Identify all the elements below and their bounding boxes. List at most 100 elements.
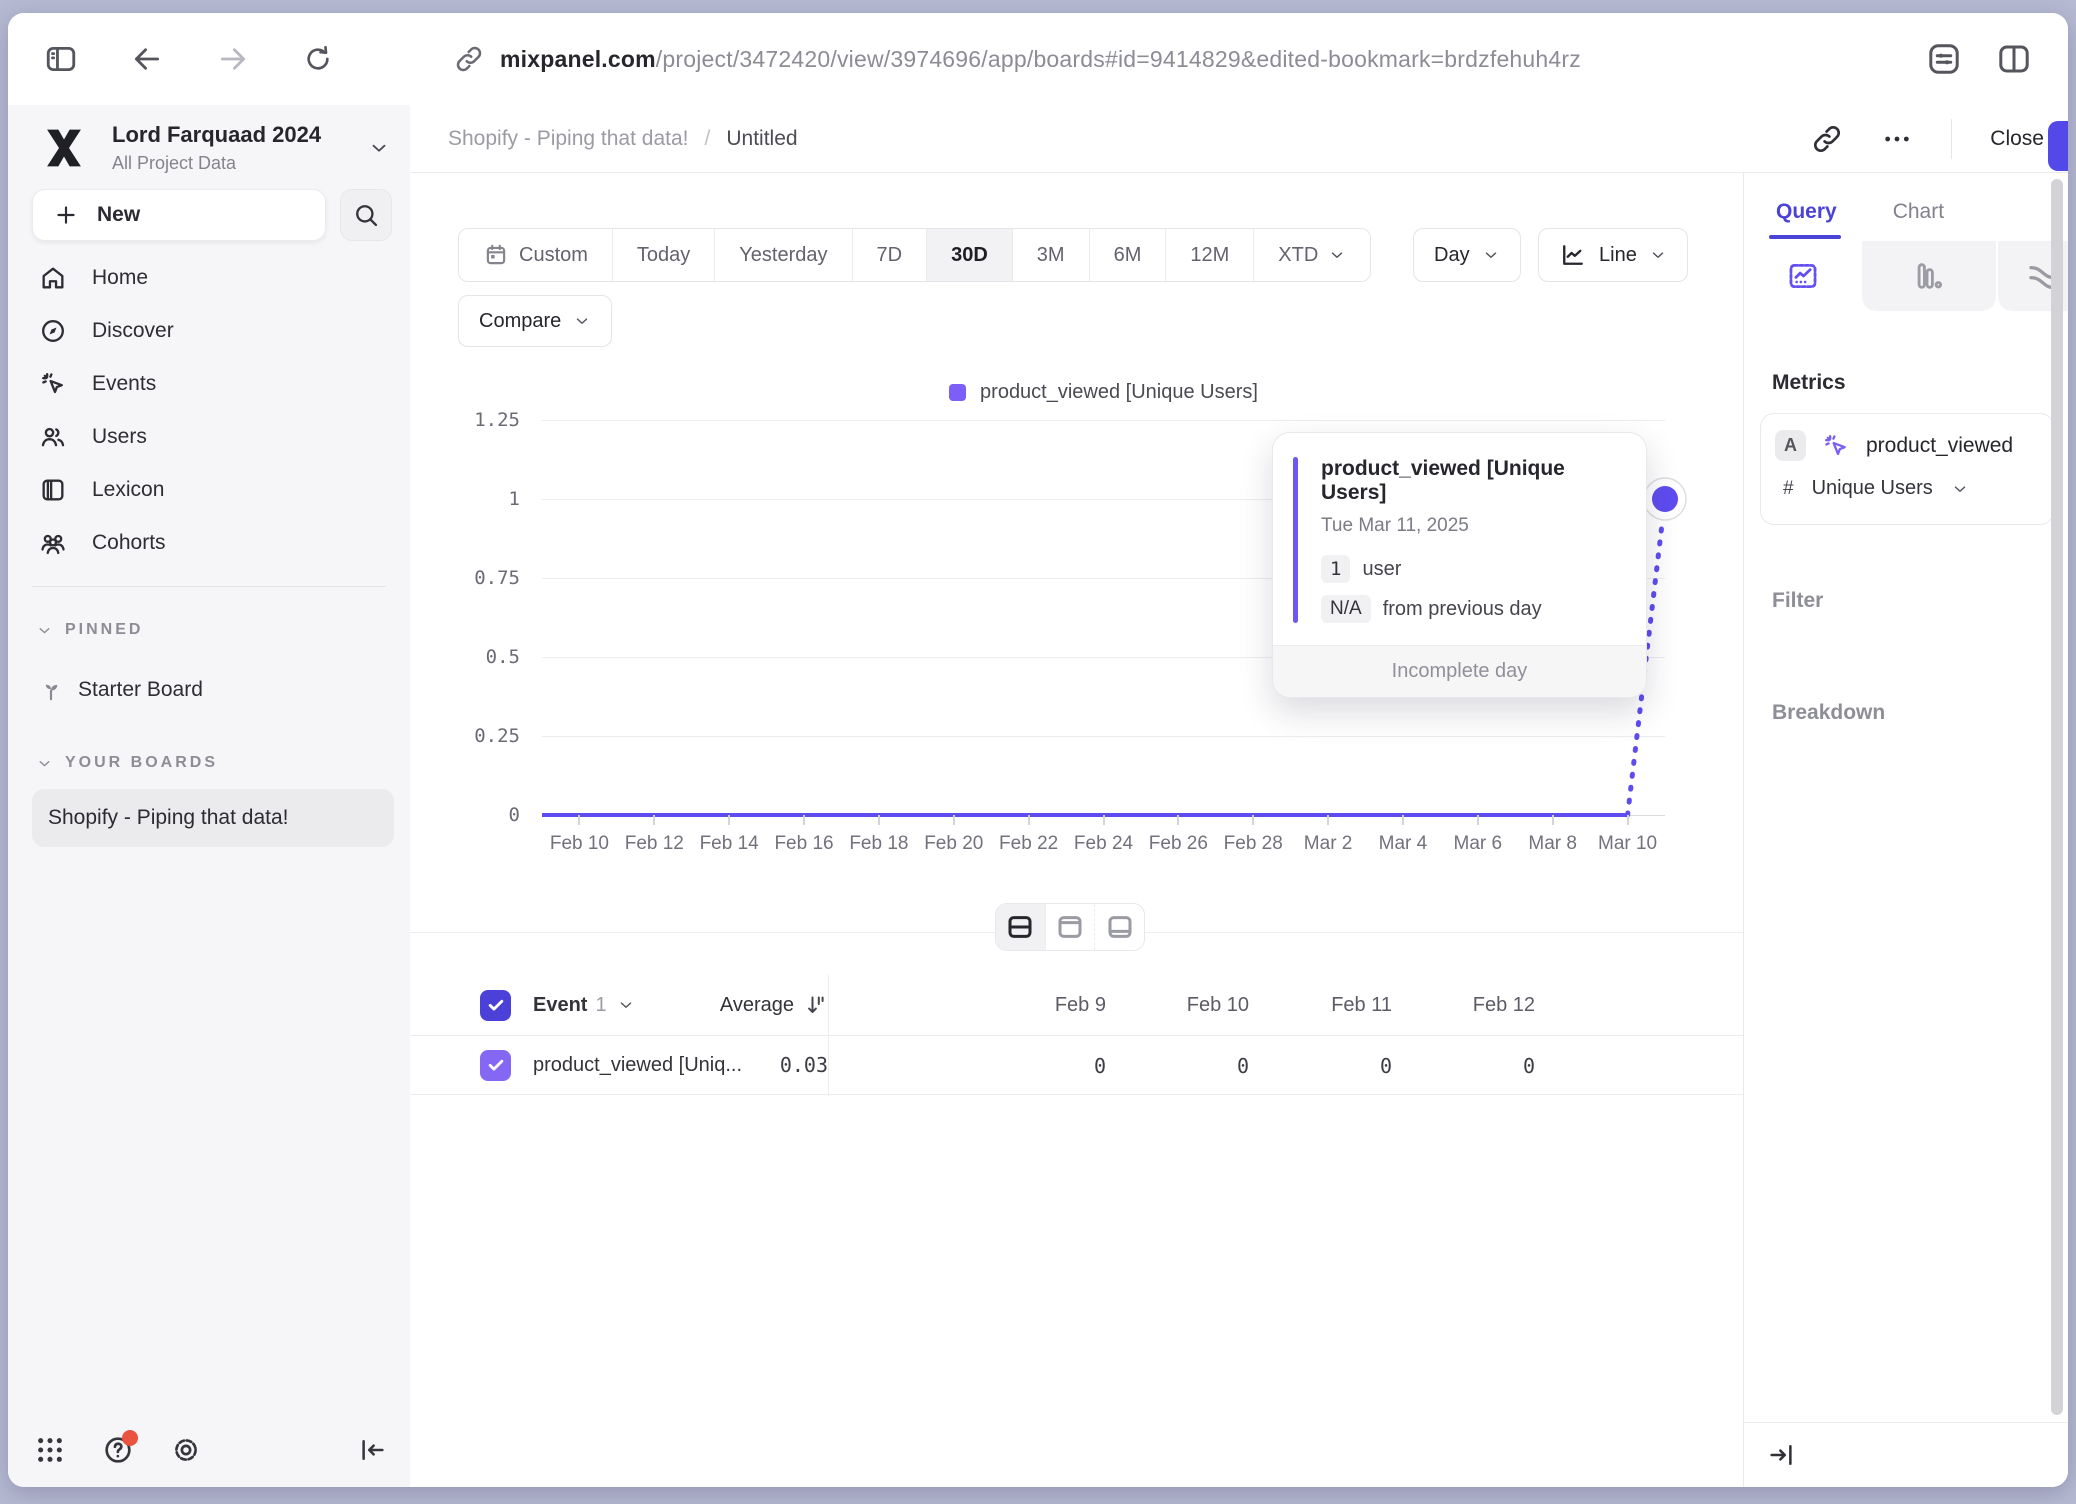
chevron-down-icon — [36, 755, 53, 772]
tooltip-title: product_viewed [Unique Users] — [1321, 457, 1620, 505]
x-tick-mark — [653, 815, 655, 825]
y-tick-label: 1 — [509, 488, 520, 510]
close-button[interactable]: Close — [1990, 127, 2044, 151]
aggregation-label[interactable]: Unique Users — [1812, 477, 1933, 500]
collapse-panel-icon[interactable] — [1766, 1440, 1796, 1470]
mixpanel-logo-icon — [38, 122, 90, 174]
pinned-header-label: PINNED — [65, 621, 143, 639]
chevron-down-icon — [1482, 246, 1500, 264]
browser-split-view-icon[interactable] — [1996, 41, 2032, 77]
x-tick-mark — [1103, 815, 1105, 825]
x-tick-label: Feb 14 — [700, 833, 759, 855]
new-button[interactable]: New — [32, 189, 326, 241]
sort-descending-icon[interactable] — [804, 993, 828, 1017]
sidebar-nav: Home Discover Events Users Lexicon — [8, 251, 410, 569]
range-yesterday[interactable]: Yesterday — [715, 229, 852, 281]
tooltip-footer-note: Incomplete day — [1273, 645, 1646, 697]
range-30d[interactable]: 30D — [927, 229, 1013, 281]
sidebar-item-home[interactable]: Home — [8, 251, 410, 304]
save-button-edge[interactable] — [2048, 121, 2068, 171]
sidebar-board-selected[interactable]: Shopify - Piping that data! — [32, 789, 394, 847]
compare-button[interactable]: Compare — [458, 295, 612, 347]
x-tick-label: Feb 20 — [924, 833, 983, 855]
sidebar-item-users[interactable]: Users — [8, 410, 410, 463]
tooltip-delta-label: from previous day — [1383, 598, 1542, 621]
row-cell-value: 0 — [1116, 1054, 1259, 1078]
sidebar-divider — [32, 586, 386, 587]
sidebar-item-label: Discover — [92, 319, 174, 343]
granularity-dropdown[interactable]: Day — [1413, 228, 1521, 282]
metrics-section-label: Metrics — [1772, 371, 1846, 395]
query-panel: Query Chart — [1743, 173, 2068, 1487]
date-column-header: Feb 12 — [1402, 994, 1545, 1017]
chevron-down-icon — [1649, 246, 1667, 264]
back-icon[interactable] — [130, 42, 164, 76]
range-6m[interactable]: 6M — [1090, 229, 1167, 281]
row-checkbox[interactable] — [480, 1050, 511, 1081]
calendar-icon — [483, 242, 509, 268]
address-bar[interactable]: mixpanel.com/project/3472420/view/397469… — [500, 46, 1581, 73]
project-switcher[interactable]: Lord Farquaad 2024 All Project Data — [38, 115, 390, 181]
range-12m[interactable]: 12M — [1166, 229, 1254, 281]
layout-table-only-button[interactable] — [1095, 904, 1144, 950]
layout-chart-only-button[interactable] — [1046, 904, 1096, 950]
chart-tooltip: product_viewed [Unique Users] Tue Mar 11… — [1272, 432, 1647, 698]
range-xtd[interactable]: XTD — [1254, 229, 1370, 281]
browser-extensions-icon[interactable] — [1926, 41, 1962, 77]
apps-grid-icon[interactable] — [34, 1434, 66, 1466]
y-tick-label: 0.5 — [486, 646, 520, 668]
table-row[interactable]: product_viewed [Uniq... 0.03 0 0 0 0 — [410, 1035, 1743, 1095]
funnels-tab[interactable] — [1862, 241, 1996, 311]
x-tick-label: Feb 18 — [849, 833, 908, 855]
layout-split-button[interactable] — [996, 904, 1046, 950]
browser-sidebar-toggle-icon[interactable] — [44, 42, 78, 76]
x-tick-label: Mar 8 — [1528, 833, 1577, 855]
chart-type-dropdown[interactable]: Line — [1538, 228, 1688, 282]
range-3m[interactable]: 3M — [1013, 229, 1090, 281]
sidebar-item-cohorts[interactable]: Cohorts — [8, 516, 410, 569]
range-7d[interactable]: 7D — [853, 229, 928, 281]
tab-chart[interactable]: Chart — [1893, 200, 1944, 224]
chart-legend[interactable]: product_viewed [Unique Users] — [542, 381, 1665, 404]
x-tick-label: Mar 6 — [1454, 833, 1503, 855]
breakdown-section-label: Breakdown — [1772, 701, 1885, 725]
sidebar-item-discover[interactable]: Discover — [8, 304, 410, 357]
url-path: /project/3472420/view/3974696/app/boards… — [656, 46, 1581, 72]
date-column-header: Feb 11 — [1259, 994, 1402, 1017]
select-all-checkbox[interactable] — [480, 990, 511, 1021]
search-button[interactable] — [340, 189, 392, 241]
date-column-header: Feb 10 — [1116, 994, 1259, 1017]
reload-icon[interactable] — [302, 43, 334, 75]
range-custom[interactable]: Custom — [459, 229, 613, 281]
sidebar-item-events[interactable]: Events — [8, 357, 410, 410]
your-boards-header-label: YOUR BOARDS — [65, 754, 218, 772]
help-icon[interactable] — [102, 1434, 134, 1466]
pinned-section-header[interactable]: PINNED — [36, 615, 143, 645]
tooltip-series-bar — [1293, 457, 1298, 623]
insights-chart-icon — [1786, 259, 1820, 293]
more-options-icon[interactable] — [1881, 123, 1913, 155]
x-tick-label: Mar 10 — [1598, 833, 1657, 855]
forward-icon[interactable] — [216, 42, 250, 76]
sidebar-board-starter[interactable]: Starter Board — [38, 673, 203, 707]
collapse-sidebar-icon[interactable] — [358, 1435, 388, 1465]
legend-swatch — [949, 384, 966, 401]
metric-card[interactable]: A product_viewed # Unique Users — [1760, 413, 2054, 525]
chevron-down-icon[interactable] — [617, 996, 635, 1014]
sidebar-item-lexicon[interactable]: Lexicon — [8, 463, 410, 516]
cohorts-icon — [38, 529, 68, 557]
row-average-value: 0.03 — [710, 1053, 828, 1077]
copy-link-icon[interactable] — [1811, 123, 1843, 155]
vertical-scrollbar-thumb[interactable] — [2051, 179, 2063, 1415]
row-cell-value: 0 — [829, 1054, 1116, 1078]
range-today[interactable]: Today — [613, 229, 715, 281]
your-boards-section-header[interactable]: YOUR BOARDS — [36, 748, 218, 778]
settings-gear-icon[interactable] — [170, 1434, 202, 1466]
tab-query[interactable]: Query — [1776, 200, 1837, 224]
insights-tab[interactable] — [1744, 241, 1862, 311]
project-name: Lord Farquaad 2024 — [112, 122, 321, 148]
breadcrumb-board[interactable]: Shopify - Piping that data! — [448, 127, 689, 151]
breadcrumb-page[interactable]: Untitled — [726, 127, 797, 151]
aggregation-symbol: # — [1783, 478, 1794, 500]
chevron-down-icon — [1951, 480, 1969, 498]
